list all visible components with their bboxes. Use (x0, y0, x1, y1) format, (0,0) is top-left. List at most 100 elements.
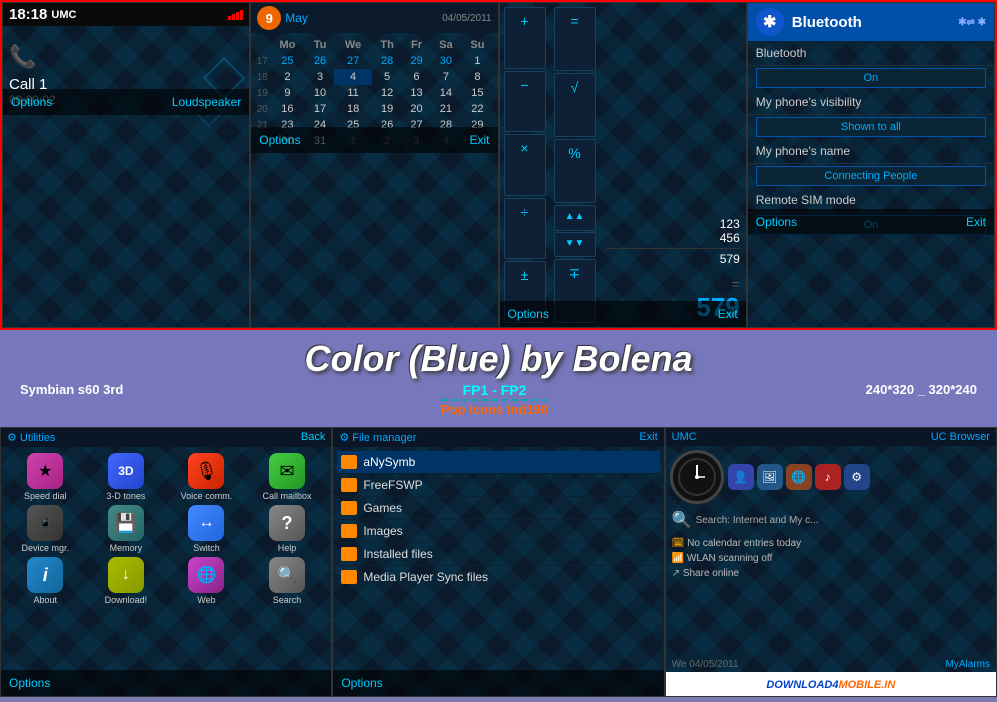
switch-icon: ↔ (188, 505, 224, 541)
mailbox-icon: ✉ (269, 453, 305, 489)
app-3d-tones[interactable]: 3D 3-D tones (88, 453, 165, 501)
phone-name-menu-item[interactable]: My phone's name (748, 139, 994, 164)
day-we: We (334, 37, 371, 53)
gallery-icon[interactable]: 🖼 (757, 464, 783, 490)
calc-sqrt[interactable]: √ (554, 73, 596, 137)
contacts-icon[interactable]: 👤 (728, 464, 754, 490)
app-web[interactable]: 🌐 Web (168, 557, 245, 605)
operator-label: UMC (51, 9, 76, 21)
about-label: About (34, 595, 58, 605)
settings-icon[interactable]: ⚙ (844, 464, 870, 490)
resolution-label: 240*320 _ 320*240 (866, 382, 977, 417)
device-mgr-icon: 📱 (27, 505, 63, 541)
calc-minus[interactable]: − (504, 71, 546, 133)
folder-icon (341, 524, 357, 538)
screen-calculator: + − × ÷ ± = √ % ▲▲ ▼▼ ∓ (499, 2, 747, 328)
util-options-button[interactable]: Options (9, 676, 50, 690)
help-label: Help (278, 543, 297, 553)
app-switch[interactable]: ↔ Switch (168, 505, 245, 553)
bt-options-button[interactable]: Options (756, 215, 797, 229)
wlan-info: 📶 WLAN scanning off (672, 551, 990, 566)
download-badge: DOWNLOAD4MOBILE.IN (666, 672, 996, 696)
share-info: ↗ Share online (672, 566, 990, 581)
day-fr: Fr (402, 37, 430, 53)
calc-equals[interactable]: = (554, 7, 596, 71)
app-call-mailbox[interactable]: ✉ Call mailbox (249, 453, 326, 501)
file-item-anysymb[interactable]: aNySymb (337, 451, 659, 474)
app-device-mgr[interactable]: 📱 Device mgr. (7, 505, 84, 553)
screen-bluetooth: ✱ Bluetooth ✱⇌ ✱ Bluetooth On My phone's… (747, 2, 995, 328)
loudspeaker-button[interactable]: Loudspeaker (172, 95, 241, 109)
calc-percent[interactable]: % (554, 139, 596, 203)
screen-calendar: 9 May 04/05/2011 Mo Tu We Th Fr (250, 2, 498, 328)
speed-dial-icon: ★ (27, 453, 63, 489)
switch-label: Switch (193, 543, 220, 553)
day-mo: Mo (269, 37, 305, 53)
bluetooth-menu-item[interactable]: Bluetooth (748, 41, 994, 66)
app-download[interactable]: ↓ Download! (88, 557, 165, 605)
download-label: Download! (105, 595, 148, 605)
screen-browser: UMC UC Browser (665, 427, 997, 697)
call-icon: 📞 (9, 44, 243, 70)
calendar-app-icon: 9 (257, 6, 281, 30)
browser-title: UC Browser (931, 431, 990, 443)
calendar-info: 🗓 No calendar entries today (672, 536, 990, 551)
visibility-menu-item[interactable]: My phone's visibility (748, 90, 994, 115)
file-manager-title: ⚙ File manager (339, 431, 416, 444)
folder-icon (341, 478, 357, 492)
browser2-icon[interactable]: 🌐 (786, 464, 812, 490)
file-item-mediaplayer[interactable]: Media Player Sync files (337, 566, 659, 589)
app-memory[interactable]: 💾 Memory (88, 505, 165, 553)
calc-plus[interactable]: + (504, 7, 546, 69)
web-label: Web (197, 595, 215, 605)
search-label: Search (273, 595, 302, 605)
calc-num1: 123 (606, 217, 740, 231)
clock-display: 18:18 (9, 6, 47, 23)
file-options-button[interactable]: Options (341, 676, 382, 690)
cal-options-button[interactable]: Options (259, 133, 300, 147)
search-row: 🔍 Search: Internet and My c... (666, 508, 996, 532)
3d-tones-icon: 3D (108, 453, 144, 489)
app-voice-comm[interactable]: 🎙 Voice comm. (168, 453, 245, 501)
about-icon: i (27, 557, 63, 593)
myalarms-button[interactable]: MyAlarms (946, 659, 990, 670)
calc-exit-button[interactable]: Exit (718, 307, 738, 321)
search-icon: 🔍 (269, 557, 305, 593)
calc-options-button[interactable]: Options (508, 307, 549, 321)
file-item-installed[interactable]: Installed files (337, 543, 659, 566)
bluetooth-title: Bluetooth (792, 14, 862, 31)
magnifier-icon: 🔍 (672, 510, 692, 530)
app-about[interactable]: i About (7, 557, 84, 605)
help-icon: ? (269, 505, 305, 541)
file-item-games[interactable]: Games (337, 497, 659, 520)
calc-down[interactable]: ▼▼ (554, 232, 596, 258)
cal-date: 04/05/2011 (442, 13, 491, 24)
memory-icon: 💾 (108, 505, 144, 541)
symbian-label: Symbian s60 3rd (20, 382, 123, 417)
back-button[interactable]: Back (301, 431, 325, 444)
pop-icons-label: Pop Icons Ind190 (441, 402, 548, 417)
app-speed-dial[interactable]: ★ Speed dial (7, 453, 84, 501)
web-icon: 🌐 (188, 557, 224, 593)
app-help[interactable]: ? Help (249, 505, 326, 553)
calc-equals-sign: = (606, 276, 740, 292)
music-icon[interactable]: ♪ (815, 464, 841, 490)
options-button[interactable]: Options (11, 95, 52, 109)
clock-widget (670, 450, 724, 504)
app-search[interactable]: 🔍 Search (249, 557, 326, 605)
folder-icon (341, 547, 357, 561)
title-section: Color (Blue) by Bolena Symbian s60 3rd F… (0, 330, 997, 427)
bt-exit-button[interactable]: Exit (966, 215, 986, 229)
file-item-images[interactable]: Images (337, 520, 659, 543)
calc-divide[interactable]: ÷ (504, 198, 546, 260)
calc-multiply[interactable]: × (504, 134, 546, 196)
main-title: Color (Blue) by Bolena (0, 338, 997, 380)
calc-up[interactable]: ▲▲ (554, 205, 596, 231)
cal-exit-button[interactable]: Exit (469, 133, 489, 147)
file-item-freefswp[interactable]: FreeFSWP (337, 474, 659, 497)
day-th: Th (372, 37, 403, 53)
3d-tones-label: 3-D tones (106, 491, 145, 501)
bluetooth-value: On (756, 68, 986, 88)
folder-icon (341, 570, 357, 584)
file-exit-button[interactable]: Exit (639, 431, 657, 444)
